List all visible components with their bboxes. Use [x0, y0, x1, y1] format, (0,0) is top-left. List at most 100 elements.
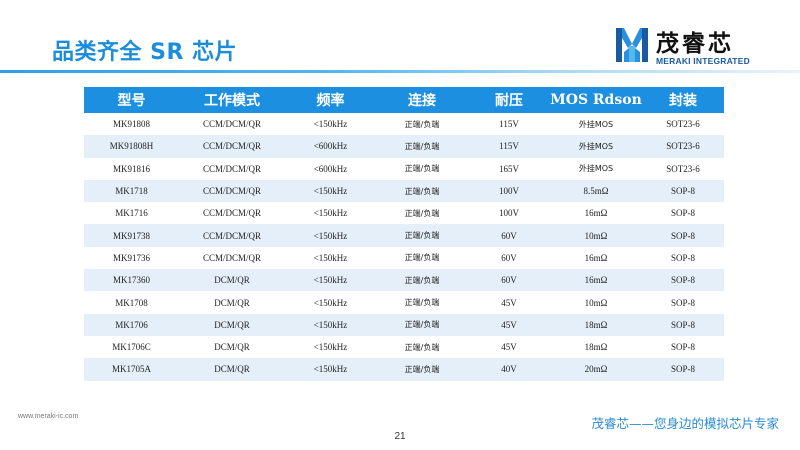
- cell-package: SOP-8: [642, 335, 724, 359]
- cell-voltage: 40V: [468, 358, 550, 381]
- cell-mode: CCM/DCM/QR: [179, 224, 285, 247]
- cell-voltage: 60V: [468, 246, 550, 270]
- cell-package: SOP-8: [642, 224, 724, 247]
- table-row: MK1706C DCM/QR <150kHz 正端/负端 45V 18mΩ SO…: [84, 335, 724, 359]
- cell-connection: 正端/负端: [376, 179, 468, 203]
- cell-rdson: 10mΩ: [550, 291, 642, 314]
- cell-rdson: 外挂MOS: [550, 113, 642, 136]
- cell-rdson: 外挂MOS: [550, 157, 642, 180]
- cell-voltage: 60V: [468, 269, 550, 292]
- cell-mode: DCM/QR: [179, 335, 285, 359]
- cell-rdson: 18mΩ: [550, 335, 642, 359]
- footer-slogan: 茂睿芯——您身边的模拟芯片专家: [591, 416, 779, 431]
- page-number: 21: [394, 431, 406, 442]
- cell-mode: CCM/DCM/QR: [179, 113, 285, 136]
- cell-model: MK1706: [84, 313, 179, 336]
- cell-package: SOP-8: [642, 246, 724, 270]
- table-row: MK91816 CCM/DCM/QR <600kHz 正端/负端 165V 外挂…: [84, 157, 724, 180]
- cell-rdson: 8.5mΩ: [550, 179, 642, 203]
- cell-rdson: 16mΩ: [550, 269, 642, 292]
- cell-mode: DCM/QR: [179, 313, 285, 336]
- cell-frequency: <150kHz: [285, 291, 376, 314]
- cell-model: MK1705A: [84, 358, 179, 381]
- header-frequency: 频率: [285, 87, 376, 113]
- cell-rdson: 外挂MOS: [550, 135, 642, 158]
- cell-package: SOT23-6: [642, 157, 724, 180]
- cell-frequency: <150kHz: [285, 313, 376, 336]
- logo-name-en: MERAKI INTEGRATED: [656, 56, 750, 66]
- table-row: MK91808H CCM/DCM/QR <600kHz 正端/负端 115V 外…: [84, 135, 724, 158]
- cell-package: SOP-8: [642, 313, 724, 336]
- cell-connection: 正端/负端: [376, 135, 468, 158]
- header-mode: 工作模式: [179, 87, 285, 113]
- cell-connection: 正端/负端: [376, 313, 468, 336]
- header-package: 封装: [642, 87, 724, 113]
- cell-frequency: <150kHz: [285, 113, 376, 136]
- cell-frequency: <150kHz: [285, 358, 376, 381]
- cell-package: SOP-8: [642, 269, 724, 292]
- cell-model: MK91736: [84, 246, 179, 270]
- cell-voltage: 60V: [468, 224, 550, 247]
- cell-voltage: 115V: [468, 135, 550, 158]
- cell-connection: 正端/负端: [376, 358, 468, 381]
- cell-model: MK1718: [84, 179, 179, 203]
- cell-mode: CCM/DCM/QR: [179, 135, 285, 158]
- header-model: 型号: [84, 87, 179, 113]
- cell-package: SOP-8: [642, 202, 724, 225]
- cell-model: MK17360: [84, 269, 179, 292]
- cell-connection: 正端/负端: [376, 291, 468, 314]
- table-row: MK1705A DCM/QR <150kHz 正端/负端 40V 20mΩ SO…: [84, 358, 724, 381]
- cell-model: MK91738: [84, 224, 179, 247]
- cell-connection: 正端/负端: [376, 335, 468, 359]
- cell-mode: CCM/DCM/QR: [179, 246, 285, 270]
- table-row: MK91808 CCM/DCM/QR <150kHz 正端/负端 115V 外挂…: [84, 113, 724, 136]
- cell-frequency: <150kHz: [285, 269, 376, 292]
- table-row: MK1708 DCM/QR <150kHz 正端/负端 45V 10mΩ SOP…: [84, 291, 724, 314]
- cell-model: MK91816: [84, 157, 179, 180]
- cell-package: SOP-8: [642, 291, 724, 314]
- company-logo: 茂睿芯 MERAKI INTEGRATED: [612, 22, 762, 70]
- cell-rdson: 18mΩ: [550, 313, 642, 336]
- cell-model: MK1706C: [84, 335, 179, 359]
- cell-mode: DCM/QR: [179, 291, 285, 314]
- cell-connection: 正端/负端: [376, 246, 468, 270]
- cell-connection: 正端/负端: [376, 202, 468, 225]
- cell-mode: DCM/QR: [179, 269, 285, 292]
- cell-voltage: 165V: [468, 157, 550, 180]
- cell-frequency: <150kHz: [285, 224, 376, 247]
- cell-model: MK91808: [84, 113, 179, 136]
- title-divider: [0, 70, 800, 73]
- cell-rdson: 10mΩ: [550, 224, 642, 247]
- sr-chip-table: 型号 工作模式 频率 连接 耐压 MOS Rdson 封装 MK91808 CC…: [84, 87, 724, 381]
- logo-name-cn: 茂睿芯: [656, 31, 734, 57]
- cell-model: MK1708: [84, 291, 179, 314]
- cell-rdson: 20mΩ: [550, 358, 642, 381]
- cell-voltage: 100V: [468, 179, 550, 203]
- cell-frequency: <150kHz: [285, 335, 376, 359]
- cell-package: SOP-8: [642, 179, 724, 203]
- cell-mode: CCM/DCM/QR: [179, 157, 285, 180]
- cell-connection: 正端/负端: [376, 113, 468, 136]
- cell-connection: 正端/负端: [376, 157, 468, 180]
- slide-title: 品类齐全 SR 芯片: [52, 40, 238, 65]
- cell-voltage: 115V: [468, 113, 550, 136]
- table-row: MK1718 CCM/DCM/QR <150kHz 正端/负端 100V 8.5…: [84, 179, 724, 203]
- cell-package: SOT23-6: [642, 113, 724, 136]
- cell-connection: 正端/负端: [376, 224, 468, 247]
- header-voltage: 耐压: [468, 87, 550, 113]
- cell-frequency: <600kHz: [285, 157, 376, 180]
- cell-mode: DCM/QR: [179, 358, 285, 381]
- cell-frequency: <150kHz: [285, 246, 376, 270]
- cell-mode: CCM/DCM/QR: [179, 202, 285, 225]
- cell-voltage: 45V: [468, 335, 550, 359]
- cell-model: MK1716: [84, 202, 179, 225]
- table-row: MK1706 DCM/QR <150kHz 正端/负端 45V 18mΩ SOP…: [84, 313, 724, 336]
- header-connection: 连接: [376, 87, 468, 113]
- cell-connection: 正端/负端: [376, 269, 468, 292]
- table-row: MK1716 CCM/DCM/QR <150kHz 正端/负端 100V 16m…: [84, 202, 724, 225]
- table-row: MK17360 DCM/QR <150kHz 正端/负端 60V 16mΩ SO…: [84, 269, 724, 292]
- cell-mode: CCM/DCM/QR: [179, 179, 285, 203]
- cell-voltage: 45V: [468, 313, 550, 336]
- cell-model: MK91808H: [84, 135, 179, 158]
- cell-rdson: 16mΩ: [550, 246, 642, 270]
